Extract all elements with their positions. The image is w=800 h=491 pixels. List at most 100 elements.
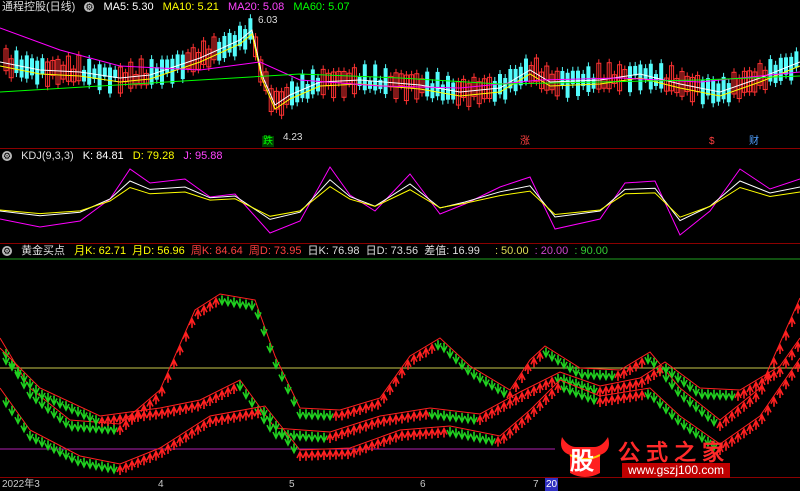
buy-arrow bbox=[242, 409, 250, 421]
buy-arrow bbox=[746, 396, 754, 407]
event-marker-die[interactable]: 跌 bbox=[262, 136, 274, 147]
sell-arrow bbox=[452, 428, 460, 439]
sell-arrow bbox=[56, 413, 64, 424]
gold-settings-gear-icon[interactable]: ⚙ bbox=[2, 246, 12, 256]
candle-body bbox=[40, 58, 45, 75]
sell-arrow bbox=[62, 449, 70, 461]
kdj-pane[interactable]: ⚙ KDJ(9,3,3) K: 84.81 D: 79.28 J: 95.88 bbox=[0, 149, 800, 243]
sell-arrow bbox=[680, 392, 688, 403]
event-marker-cai[interactable]: 财 bbox=[749, 136, 759, 147]
buy-arrow bbox=[752, 419, 760, 430]
buy-arrow bbox=[770, 369, 778, 381]
buy-arrow bbox=[146, 409, 154, 421]
buy-arrow bbox=[776, 366, 784, 377]
high-price-label: 6.03 bbox=[258, 15, 278, 26]
candle-body bbox=[638, 64, 643, 91]
event-marker-zhang[interactable]: 涨 bbox=[520, 136, 530, 147]
buy-arrow bbox=[638, 389, 646, 401]
sell-arrow bbox=[26, 389, 34, 400]
buy-arrow bbox=[404, 411, 412, 423]
sell-arrow bbox=[602, 370, 610, 382]
sell-arrow bbox=[710, 416, 718, 427]
sell-arrow bbox=[590, 369, 598, 381]
buy-arrow bbox=[224, 386, 232, 397]
buy-arrow bbox=[224, 412, 232, 424]
sell-arrow bbox=[110, 424, 118, 436]
buy-arrow bbox=[164, 371, 172, 383]
buy-arrow bbox=[122, 412, 130, 424]
buy-arrow bbox=[326, 432, 334, 443]
buy-arrow bbox=[182, 403, 190, 414]
sell-arrow bbox=[470, 369, 478, 381]
buy-arrow bbox=[212, 392, 220, 403]
buy-arrow bbox=[356, 404, 364, 415]
buy-arrow bbox=[374, 438, 382, 449]
settings-gear-icon[interactable]: ⚙ bbox=[84, 2, 95, 12]
buy-arrow bbox=[338, 448, 346, 460]
buy-arrow bbox=[596, 396, 604, 407]
sell-arrow bbox=[236, 298, 244, 310]
sell-arrow bbox=[272, 359, 280, 370]
buy-arrow bbox=[428, 427, 436, 439]
buy-arrow bbox=[776, 343, 784, 354]
sell-arrow bbox=[92, 460, 100, 471]
sell-arrow bbox=[692, 401, 700, 413]
buy-arrow bbox=[794, 302, 800, 314]
buy-arrow bbox=[410, 429, 418, 440]
buy-arrow bbox=[374, 416, 382, 428]
buy-arrow bbox=[116, 424, 124, 435]
buy-arrow bbox=[326, 449, 334, 460]
sell-arrow bbox=[56, 398, 64, 410]
sell-arrow bbox=[476, 373, 484, 384]
buy-arrow bbox=[356, 422, 364, 434]
buy-arrow bbox=[332, 410, 340, 421]
sell-arrow bbox=[218, 295, 226, 307]
price-pane[interactable]: 通程控股(日线) ⚙ MA5: 5.30 MA10: 5.21 MA20: 5.… bbox=[0, 0, 800, 148]
buy-arrow bbox=[542, 394, 550, 405]
sell-arrow bbox=[440, 410, 448, 422]
buy-arrow bbox=[146, 452, 154, 463]
sell-arrow bbox=[32, 434, 40, 445]
sell-arrow bbox=[566, 385, 574, 396]
sell-arrow bbox=[458, 412, 466, 424]
candle-body bbox=[524, 58, 528, 82]
buy-arrow bbox=[536, 400, 544, 411]
sell-arrow bbox=[62, 401, 70, 412]
gold-wd: 周D: 73.95 bbox=[248, 245, 302, 257]
buy-arrow bbox=[194, 400, 202, 412]
buy-arrow bbox=[530, 406, 538, 417]
buy-arrow bbox=[188, 427, 196, 439]
sell-arrow bbox=[50, 443, 58, 455]
event-marker-dollar[interactable]: $ bbox=[709, 136, 715, 147]
buy-arrow bbox=[362, 442, 370, 454]
sell-arrow bbox=[680, 419, 688, 431]
buy-arrow bbox=[194, 423, 202, 435]
buy-arrow bbox=[440, 426, 448, 438]
buy-arrow bbox=[302, 449, 310, 461]
sell-arrow bbox=[86, 412, 94, 424]
buy-arrow bbox=[512, 394, 520, 406]
buy-arrow bbox=[494, 435, 502, 447]
price-chart[interactable] bbox=[0, 0, 800, 148]
buy-arrow bbox=[152, 408, 160, 420]
kdj-settings-gear-icon[interactable]: ⚙ bbox=[2, 151, 12, 161]
ma10-label: MA10: 5.21 bbox=[162, 1, 219, 13]
buy-arrow bbox=[530, 385, 538, 396]
buy-arrow bbox=[740, 401, 748, 412]
candle-body bbox=[175, 54, 180, 70]
sell-arrow bbox=[68, 421, 76, 432]
sell-arrow bbox=[686, 397, 694, 408]
sell-arrow bbox=[482, 434, 490, 445]
buy-arrow bbox=[386, 433, 394, 445]
sell-arrow bbox=[260, 326, 268, 337]
buy-arrow bbox=[206, 416, 214, 427]
buy-arrow bbox=[206, 395, 214, 406]
buy-arrow bbox=[362, 420, 370, 432]
kdj-chart[interactable] bbox=[0, 149, 800, 243]
sell-arrow bbox=[644, 389, 652, 401]
buy-arrow bbox=[122, 461, 130, 473]
buy-arrow bbox=[158, 407, 166, 419]
candle-body bbox=[576, 70, 580, 97]
buy-arrow bbox=[314, 449, 322, 461]
buy-arrow bbox=[152, 449, 160, 461]
